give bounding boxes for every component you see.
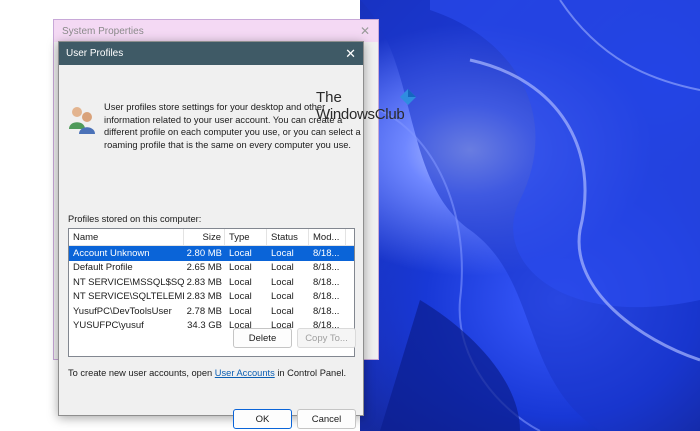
list-rows: Account Unknown 2.80 MB Local Local 8/18… <box>69 246 354 333</box>
column-header-status[interactable]: Status <box>267 229 309 245</box>
watermark: The WindowsClub <box>316 89 426 133</box>
profile-status: Local <box>271 291 294 303</box>
profile-modified: 8/18... <box>313 247 340 259</box>
profile-modified: 8/18... <box>313 276 340 288</box>
profile-size: 2.80 MB <box>186 247 222 259</box>
footer-text: To create new user accounts, open User A… <box>68 368 346 378</box>
profile-size: 2.83 MB <box>186 276 222 288</box>
profile-type: Local <box>229 291 252 303</box>
profile-name: Account Unknown <box>73 247 150 259</box>
watermark-logo-icon <box>400 89 416 105</box>
profile-type: Local <box>229 305 252 317</box>
watermark-line2: WindowsClub <box>316 106 405 123</box>
profile-name: NT SERVICE\MSSQL$SQLE... <box>73 276 184 288</box>
delete-button[interactable]: Delete <box>233 328 292 348</box>
profile-type: Local <box>229 247 252 259</box>
column-header-modified[interactable]: Mod... <box>309 229 346 245</box>
profile-size: 2.65 MB <box>186 262 222 274</box>
column-header-size[interactable]: Size <box>184 229 225 245</box>
column-header-type[interactable]: Type <box>225 229 267 245</box>
profile-status: Local <box>271 305 294 317</box>
copy-to-button[interactable]: Copy To... <box>297 328 356 348</box>
footer-suffix: in Control Panel. <box>274 368 347 378</box>
dialog-titlebar: User Profiles ✕ <box>59 42 363 65</box>
profile-size: 34.3 GB <box>187 320 222 332</box>
system-properties-title: System Properties <box>62 25 144 37</box>
table-row[interactable]: YusufPC\DevToolsUser 2.78 MB Local Local… <box>69 304 354 319</box>
profile-name: Default Profile <box>73 262 133 274</box>
table-row[interactable]: Default Profile 2.65 MB Local Local 8/18… <box>69 261 354 276</box>
profile-modified: 8/18... <box>313 305 340 317</box>
ok-button[interactable]: OK <box>233 409 292 429</box>
watermark-line1: The <box>316 89 342 106</box>
profile-size: 2.83 MB <box>186 291 222 303</box>
profile-name: YusufPC\DevToolsUser <box>73 305 172 317</box>
profiles-label: Profiles stored on this computer: <box>68 214 202 224</box>
profile-modified: 8/18... <box>313 291 340 303</box>
profile-modified: 8/18... <box>313 262 340 274</box>
table-row[interactable]: Account Unknown 2.80 MB Local Local 8/18… <box>69 246 354 261</box>
profile-name: NT SERVICE\SQLTELEMET... <box>73 291 184 303</box>
profile-name: YUSUFPC\yusuf <box>73 320 144 332</box>
profile-status: Local <box>271 276 294 288</box>
user-accounts-link[interactable]: User Accounts <box>215 368 275 378</box>
profile-type: Local <box>229 262 252 274</box>
list-header: Name Size Type Status Mod... <box>69 229 354 246</box>
profile-status: Local <box>271 262 294 274</box>
profile-type: Local <box>229 276 252 288</box>
column-header-name[interactable]: Name <box>69 229 184 245</box>
users-icon <box>69 107 95 134</box>
profile-size: 2.78 MB <box>186 305 222 317</box>
cancel-button[interactable]: Cancel <box>297 409 356 429</box>
table-row[interactable]: NT SERVICE\SQLTELEMET... 2.83 MB Local L… <box>69 290 354 305</box>
footer-prefix: To create new user accounts, open <box>68 368 215 378</box>
system-properties-titlebar: System Properties ✕ <box>54 20 378 42</box>
close-icon[interactable]: ✕ <box>360 24 370 38</box>
table-row[interactable]: NT SERVICE\MSSQL$SQLE... 2.83 MB Local L… <box>69 275 354 290</box>
profile-status: Local <box>271 247 294 259</box>
close-icon[interactable]: ✕ <box>345 46 356 62</box>
dialog-title: User Profiles <box>66 48 124 59</box>
